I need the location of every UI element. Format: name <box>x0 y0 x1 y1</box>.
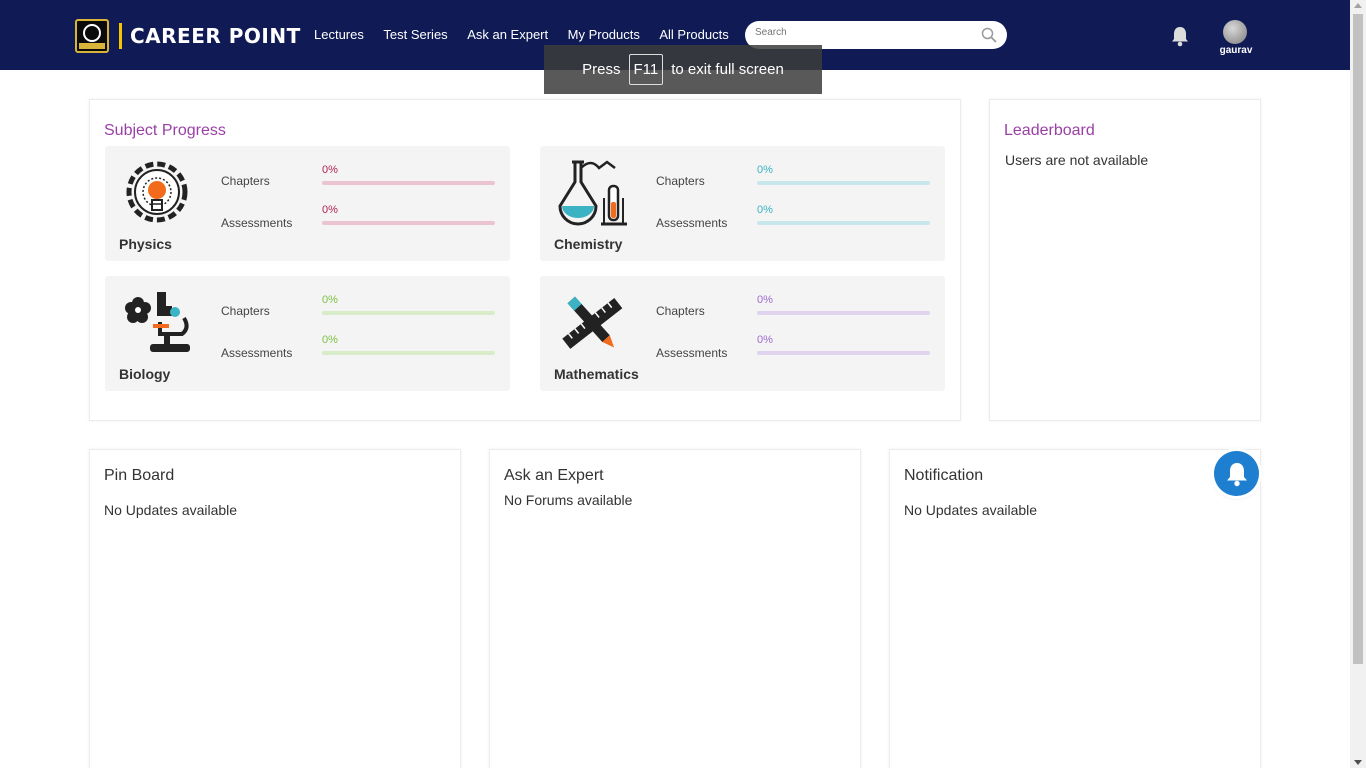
assessments-progress-bar <box>757 351 930 355</box>
main-nav: Lectures Test Series Ask an Expert My Pr… <box>314 27 748 42</box>
assessments-percent: 0% <box>322 334 338 346</box>
assessments-progress-bar <box>322 351 495 355</box>
bell-icon <box>1227 463 1247 487</box>
nav-test-series[interactable]: Test Series <box>383 27 447 42</box>
assessments-label: Assessments <box>656 346 728 360</box>
logo-divider <box>119 23 122 49</box>
assessments-percent: 0% <box>757 334 773 346</box>
scrollbar[interactable] <box>1350 0 1366 768</box>
fullscreen-toast: Press F11 to exit full screen <box>544 45 822 94</box>
chapters-percent: 0% <box>322 164 338 176</box>
chapters-percent: 0% <box>322 294 338 306</box>
leaderboard-message: Users are not available <box>1005 152 1149 168</box>
scroll-down-arrow-icon[interactable] <box>1354 760 1362 765</box>
toast-key: F11 <box>628 54 664 85</box>
notification-message: No Updates available <box>904 502 1038 518</box>
ask-expert-title: Ask an Expert <box>504 467 604 484</box>
subject-name: Chemistry <box>554 236 623 252</box>
career-point-logo[interactable]: CAREER POINT <box>75 18 301 54</box>
chapters-percent: 0% <box>757 294 773 306</box>
scroll-up-arrow-icon[interactable] <box>1354 3 1362 8</box>
chapters-progress-bar <box>757 181 930 185</box>
subject-tile-chemistry[interactable]: Chemistry Chapters 0% Assessments 0% <box>540 146 945 261</box>
subject-tile-biology[interactable]: Biology Chapters 0% Assessments 0% <box>105 276 510 391</box>
flask-icon <box>558 160 627 226</box>
chapters-label: Chapters <box>221 174 270 188</box>
lightbulb-gear-icon <box>126 161 188 223</box>
nav-all-products[interactable]: All Products <box>659 27 728 42</box>
chapters-progress-bar <box>322 311 495 315</box>
logo-badge-icon <box>75 19 109 53</box>
scroll-thumb[interactable] <box>1353 14 1363 664</box>
assessments-percent: 0% <box>322 204 338 216</box>
search-icon[interactable] <box>981 27 997 43</box>
chapters-progress-bar <box>757 311 930 315</box>
assessments-label: Assessments <box>656 216 728 230</box>
avatar[interactable] <box>1223 20 1247 44</box>
nav-ask-an-expert[interactable]: Ask an Expert <box>467 27 548 42</box>
assessments-progress-bar <box>322 221 495 225</box>
notification-title: Notification <box>904 467 984 484</box>
chapters-percent: 0% <box>757 164 773 176</box>
subject-name: Mathematics <box>554 366 639 382</box>
bell-icon[interactable] <box>1170 25 1190 47</box>
leaderboard-card: Leaderboard Users are not available <box>989 99 1261 421</box>
brand-name: CAREER POINT <box>130 24 301 48</box>
search-input[interactable] <box>755 27 975 38</box>
pin-board-message: No Updates available <box>104 502 238 518</box>
chapters-label: Chapters <box>656 174 705 188</box>
nav-lectures[interactable]: Lectures <box>314 27 364 42</box>
ask-expert-card: Ask an Expert No Forums available <box>489 449 861 768</box>
microscope-icon <box>125 292 190 352</box>
chapters-progress-bar <box>322 181 495 185</box>
pin-board-card: Pin Board No Updates available <box>89 449 461 768</box>
ruler-pencil-icon <box>562 296 623 349</box>
notification-card: Notification No Updates available <box>889 449 1261 768</box>
chapters-label: Chapters <box>221 304 270 318</box>
subject-progress-card: Subject Progress Physics Chapters 0% Ass… <box>89 99 961 421</box>
assessments-label: Assessments <box>221 216 293 230</box>
subject-name: Biology <box>119 366 171 382</box>
subject-tile-physics[interactable]: Physics Chapters 0% Assessments 0% <box>105 146 510 261</box>
leaderboard-title: Leaderboard <box>1004 122 1095 139</box>
ask-expert-message: No Forums available <box>504 492 633 508</box>
nav-my-products[interactable]: My Products <box>568 27 640 42</box>
username[interactable]: gaurav <box>1214 45 1258 56</box>
assessments-label: Assessments <box>221 346 293 360</box>
toast-text-before: Press <box>582 61 621 78</box>
subject-tile-mathematics[interactable]: Mathematics Chapters 0% Assessments 0% <box>540 276 945 391</box>
pin-board-title: Pin Board <box>104 467 175 484</box>
chapters-label: Chapters <box>656 304 705 318</box>
subject-progress-title: Subject Progress <box>104 122 226 139</box>
notification-fab[interactable] <box>1214 451 1259 496</box>
toast-text-after: to exit full screen <box>671 61 784 78</box>
assessments-progress-bar <box>757 221 930 225</box>
subject-name: Physics <box>119 236 172 252</box>
assessments-percent: 0% <box>757 204 773 216</box>
